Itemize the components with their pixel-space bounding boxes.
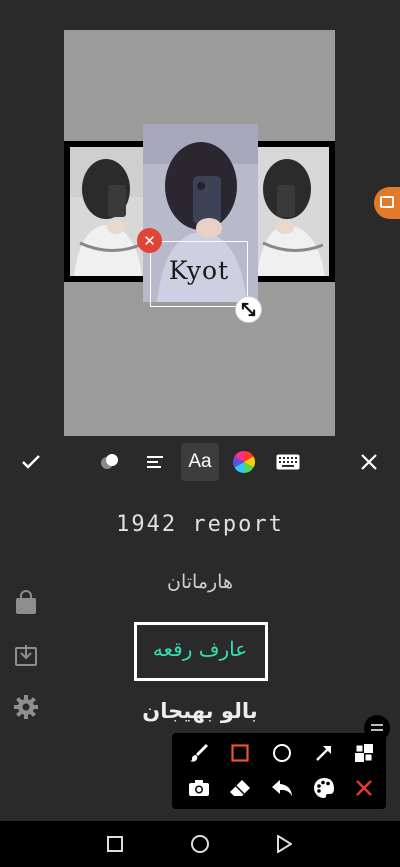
camera-icon[interactable] (184, 773, 214, 803)
rectangle-icon[interactable] (225, 738, 255, 768)
brush-icon[interactable] (184, 738, 214, 768)
color-wheel-icon[interactable] (226, 444, 262, 480)
photo-right[interactable] (257, 147, 329, 276)
home-icon[interactable] (190, 834, 210, 854)
sticker-delete-icon[interactable]: ✕ (137, 228, 162, 253)
eraser-icon[interactable] (92, 444, 128, 480)
close-icon[interactable] (351, 444, 387, 480)
undo-icon[interactable] (267, 773, 297, 803)
circle-icon[interactable] (267, 738, 297, 768)
sticker-resize-icon[interactable] (235, 296, 262, 323)
download-icon[interactable] (14, 643, 40, 669)
eraser-icon[interactable] (225, 773, 255, 803)
system-nav-bar (0, 821, 400, 867)
font-option-baloo-bhaijaan[interactable]: بالو بهيجان (0, 699, 400, 723)
text-align-icon[interactable] (137, 444, 173, 480)
text-toolbar: Aa (0, 436, 400, 488)
font-option-aref-ruqaa[interactable]: عارف رقعه (0, 637, 400, 661)
font-button[interactable]: Aa (181, 443, 219, 481)
checkmark-icon[interactable] (13, 444, 49, 480)
drawing-tools-panel (172, 733, 386, 809)
back-icon[interactable] (274, 834, 294, 854)
text-sticker[interactable]: Kyot (150, 256, 248, 285)
keyboard-icon[interactable] (270, 444, 306, 480)
recent-apps-icon[interactable] (105, 834, 125, 854)
editor-screen: Kyot ✕ Aa 1942 report هارماتان عارف رقعه… (0, 0, 400, 867)
arrow-icon[interactable] (309, 738, 339, 768)
video-camera-icon (380, 196, 394, 208)
close-icon[interactable] (349, 773, 379, 803)
font-option-harmattan[interactable]: هارماتان (0, 571, 400, 593)
mosaic-icon[interactable] (349, 738, 379, 768)
screen-record-bubble[interactable] (374, 187, 400, 219)
palette-icon[interactable] (309, 773, 339, 803)
font-option-1942-report[interactable]: 1942 report (0, 512, 400, 537)
photo-left[interactable] (70, 147, 146, 276)
settings-icon[interactable] (14, 695, 40, 721)
shopping-bag-icon[interactable] (14, 590, 40, 616)
